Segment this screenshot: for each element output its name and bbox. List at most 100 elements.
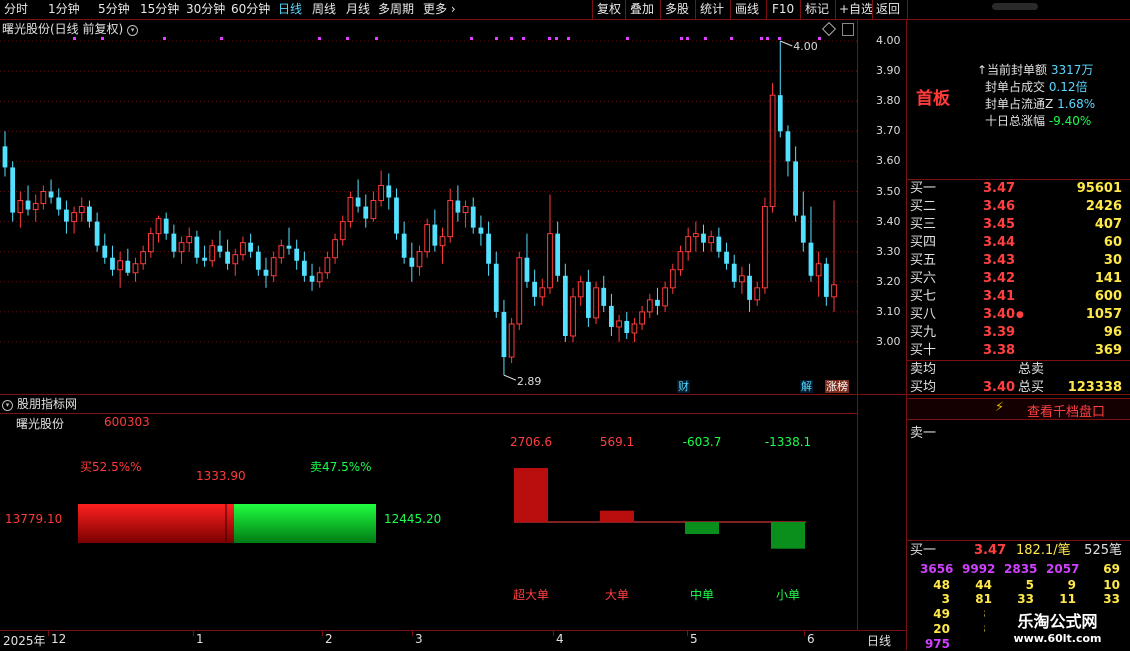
candle bbox=[577, 275, 584, 306]
tab-monthly[interactable]: 月线 bbox=[346, 1, 370, 18]
fuquan-button[interactable]: 复权 bbox=[597, 1, 621, 18]
candle-body bbox=[416, 251, 423, 268]
tab-15min[interactable]: 15分钟 bbox=[140, 1, 179, 18]
candle-body bbox=[147, 233, 154, 253]
scroll-box-icon[interactable] bbox=[842, 23, 854, 36]
candle bbox=[439, 227, 446, 264]
bid-row[interactable]: 买二 3.46 2426 bbox=[908, 198, 1122, 216]
watermark-url: www.60lt.com bbox=[1013, 632, 1102, 645]
chevron-down-icon[interactable]: ▾ bbox=[2, 400, 13, 411]
f10-button[interactable]: F10 bbox=[772, 1, 794, 18]
candle-body bbox=[202, 257, 207, 261]
window-handle[interactable] bbox=[992, 3, 1038, 10]
bid-row[interactable]: 买八 3.40 ● 1057 bbox=[908, 306, 1122, 324]
candle-body bbox=[94, 221, 100, 246]
candle bbox=[639, 305, 645, 330]
stat-label: ↑当前封单额 bbox=[977, 63, 1048, 77]
bid-price: 3.46 bbox=[983, 199, 1016, 214]
tab-weekly[interactable]: 周线 bbox=[312, 1, 336, 18]
bid-row[interactable]: 买六 3.42 141 bbox=[908, 270, 1122, 288]
tab-more[interactable]: 更多 › bbox=[423, 1, 456, 18]
watermark-title: 乐淘公式网 bbox=[1017, 612, 1098, 631]
buy-sell-ratio-bar bbox=[78, 504, 376, 543]
annotations: 4.00 2.89 bbox=[503, 40, 818, 388]
queue-cell: 9992 bbox=[962, 562, 996, 576]
candle-body bbox=[347, 197, 354, 223]
tab-5min[interactable]: 5分钟 bbox=[98, 1, 130, 18]
view-1000-button[interactable]: ⚡ 查看千档盘口 bbox=[907, 398, 1130, 420]
price-tick-label: 3.40 bbox=[876, 214, 901, 228]
candle bbox=[424, 218, 431, 258]
view-1000-label: 查看千档盘口 bbox=[1027, 405, 1106, 420]
candle-body bbox=[232, 254, 239, 265]
bid-row[interactable]: 买九 3.39 96 bbox=[908, 324, 1122, 342]
candle bbox=[263, 257, 269, 288]
time-tick bbox=[553, 631, 554, 636]
unlock-tag[interactable]: 解 bbox=[800, 380, 813, 393]
total-sell-label: 总卖 bbox=[1018, 362, 1045, 377]
queue-cell: 3656 bbox=[920, 562, 954, 576]
candle bbox=[685, 227, 692, 261]
buy1-price: 3.47 bbox=[974, 543, 1007, 558]
stat-value: -9.40% bbox=[1048, 114, 1092, 128]
bid-row[interactable]: 买一 3.47 95601 bbox=[908, 180, 1122, 198]
signal-markers bbox=[73, 37, 821, 40]
candle-body bbox=[439, 236, 446, 247]
candle-body bbox=[808, 242, 814, 276]
candle-body bbox=[10, 167, 16, 213]
candle-body bbox=[701, 233, 706, 243]
candle bbox=[202, 245, 207, 267]
candle-body bbox=[155, 218, 162, 235]
candle bbox=[785, 125, 791, 177]
bid-row[interactable]: 买七 3.41 600 bbox=[908, 288, 1122, 306]
finance-tag[interactable]: 财 bbox=[677, 380, 690, 393]
back-button[interactable]: 返回 bbox=[876, 1, 900, 18]
draw-line-button[interactable]: 画线 bbox=[735, 1, 759, 18]
candle-body bbox=[609, 305, 614, 327]
candle bbox=[32, 194, 39, 222]
tab-30min[interactable]: 30分钟 bbox=[186, 1, 225, 18]
candle-body bbox=[462, 206, 469, 214]
candle-body bbox=[424, 224, 431, 253]
overlay-button[interactable]: 叠加 bbox=[630, 1, 654, 18]
bid-price: 3.44 bbox=[983, 235, 1016, 250]
time-tick bbox=[322, 631, 323, 636]
mark-button[interactable]: 标记 bbox=[805, 1, 829, 18]
candlestick-chart[interactable]: 4.00 2.89 bbox=[0, 20, 907, 394]
candle-body bbox=[754, 287, 761, 301]
signal-marker bbox=[495, 37, 498, 40]
candle-body bbox=[692, 233, 699, 238]
tab-1min[interactable]: 1分钟 bbox=[48, 1, 80, 18]
flow-bar bbox=[771, 522, 805, 549]
top-gainer-tag[interactable]: 涨榜 bbox=[825, 380, 849, 393]
statistics-button[interactable]: 统计 bbox=[700, 1, 724, 18]
candle-body bbox=[324, 257, 331, 274]
candle bbox=[140, 245, 147, 270]
bid-volume: 141 bbox=[1094, 271, 1122, 286]
bid-row[interactable]: 买十 3.38 369 bbox=[908, 342, 1122, 360]
candle-body bbox=[394, 197, 399, 234]
toolbar: 分时 1分钟 5分钟 15分钟 30分钟 60分钟 日线 周线 月线 多周期 更… bbox=[0, 0, 1130, 20]
tab-daily[interactable]: 日线 bbox=[278, 1, 302, 18]
bid-row[interactable]: 买四 3.44 60 bbox=[908, 234, 1122, 252]
candle-body bbox=[616, 320, 622, 328]
bid-row[interactable]: 买五 3.43 30 bbox=[908, 252, 1122, 270]
bid-level: 买四 bbox=[910, 235, 937, 250]
tab-60min[interactable]: 60分钟 bbox=[231, 1, 270, 18]
candle-body bbox=[294, 248, 300, 261]
candle bbox=[186, 227, 193, 252]
multi-stock-button[interactable]: 多股 bbox=[665, 1, 689, 18]
signal-marker bbox=[470, 37, 473, 40]
tab-multi-period[interactable]: 多周期 bbox=[378, 1, 414, 18]
candle-body bbox=[64, 209, 69, 222]
add-watchlist-button[interactable]: +自选 bbox=[839, 1, 873, 18]
buy1-queue-row: 买一 3.47 182.1/笔 525笔 bbox=[908, 542, 1122, 560]
candle bbox=[209, 239, 216, 267]
candle-body bbox=[785, 131, 791, 162]
tab-minute[interactable]: 分时 bbox=[4, 1, 28, 18]
bid-row[interactable]: 买三 3.45 407 bbox=[908, 216, 1122, 234]
candle bbox=[40, 185, 47, 210]
period-label[interactable]: 日线 bbox=[867, 632, 891, 649]
bid-volume: 600 bbox=[1094, 289, 1122, 304]
candle bbox=[724, 242, 729, 270]
